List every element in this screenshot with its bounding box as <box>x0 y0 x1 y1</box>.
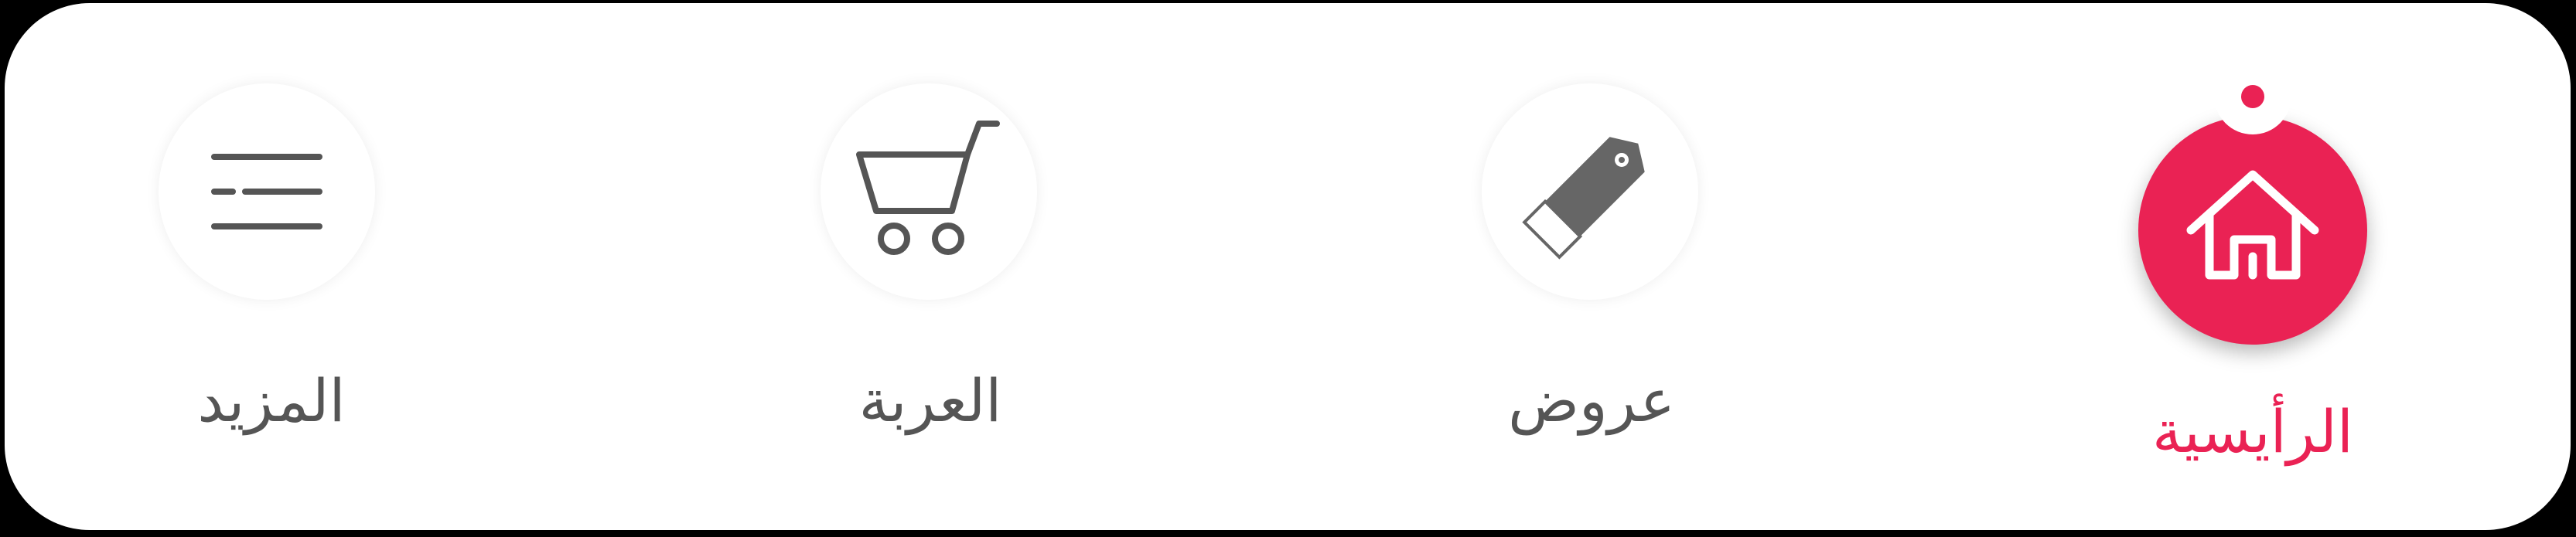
bottom-nav-frame: المزيد العربة عروض الرأيسية <box>0 0 2576 537</box>
offers-button-circle[interactable] <box>1482 83 1698 300</box>
nav-label-cart: العربة <box>858 366 1002 435</box>
price-tag-icon <box>1522 137 1645 260</box>
home-icon <box>2186 170 2319 280</box>
more-button-circle[interactable] <box>159 83 375 300</box>
nav-tab-cart[interactable]: العربة <box>776 3 1085 530</box>
nav-tab-more[interactable]: المزيد <box>117 3 426 530</box>
nav-label-offers: عروض <box>1508 366 1675 435</box>
menu-icon <box>211 154 322 229</box>
nav-tab-offers[interactable]: عروض <box>1437 3 1746 530</box>
nav-tab-home[interactable]: الرأيسية <box>2098 3 2407 530</box>
bottom-nav-bar: المزيد العربة عروض الرأيسية <box>5 3 2571 530</box>
home-button-circle[interactable] <box>2138 116 2367 345</box>
active-indicator-dot <box>2241 85 2264 108</box>
cart-button-circle[interactable] <box>821 83 1037 300</box>
nav-label-more: المزيد <box>197 366 346 435</box>
nav-label-home: الرأيسية <box>2152 397 2353 466</box>
cart-icon <box>856 121 1000 255</box>
